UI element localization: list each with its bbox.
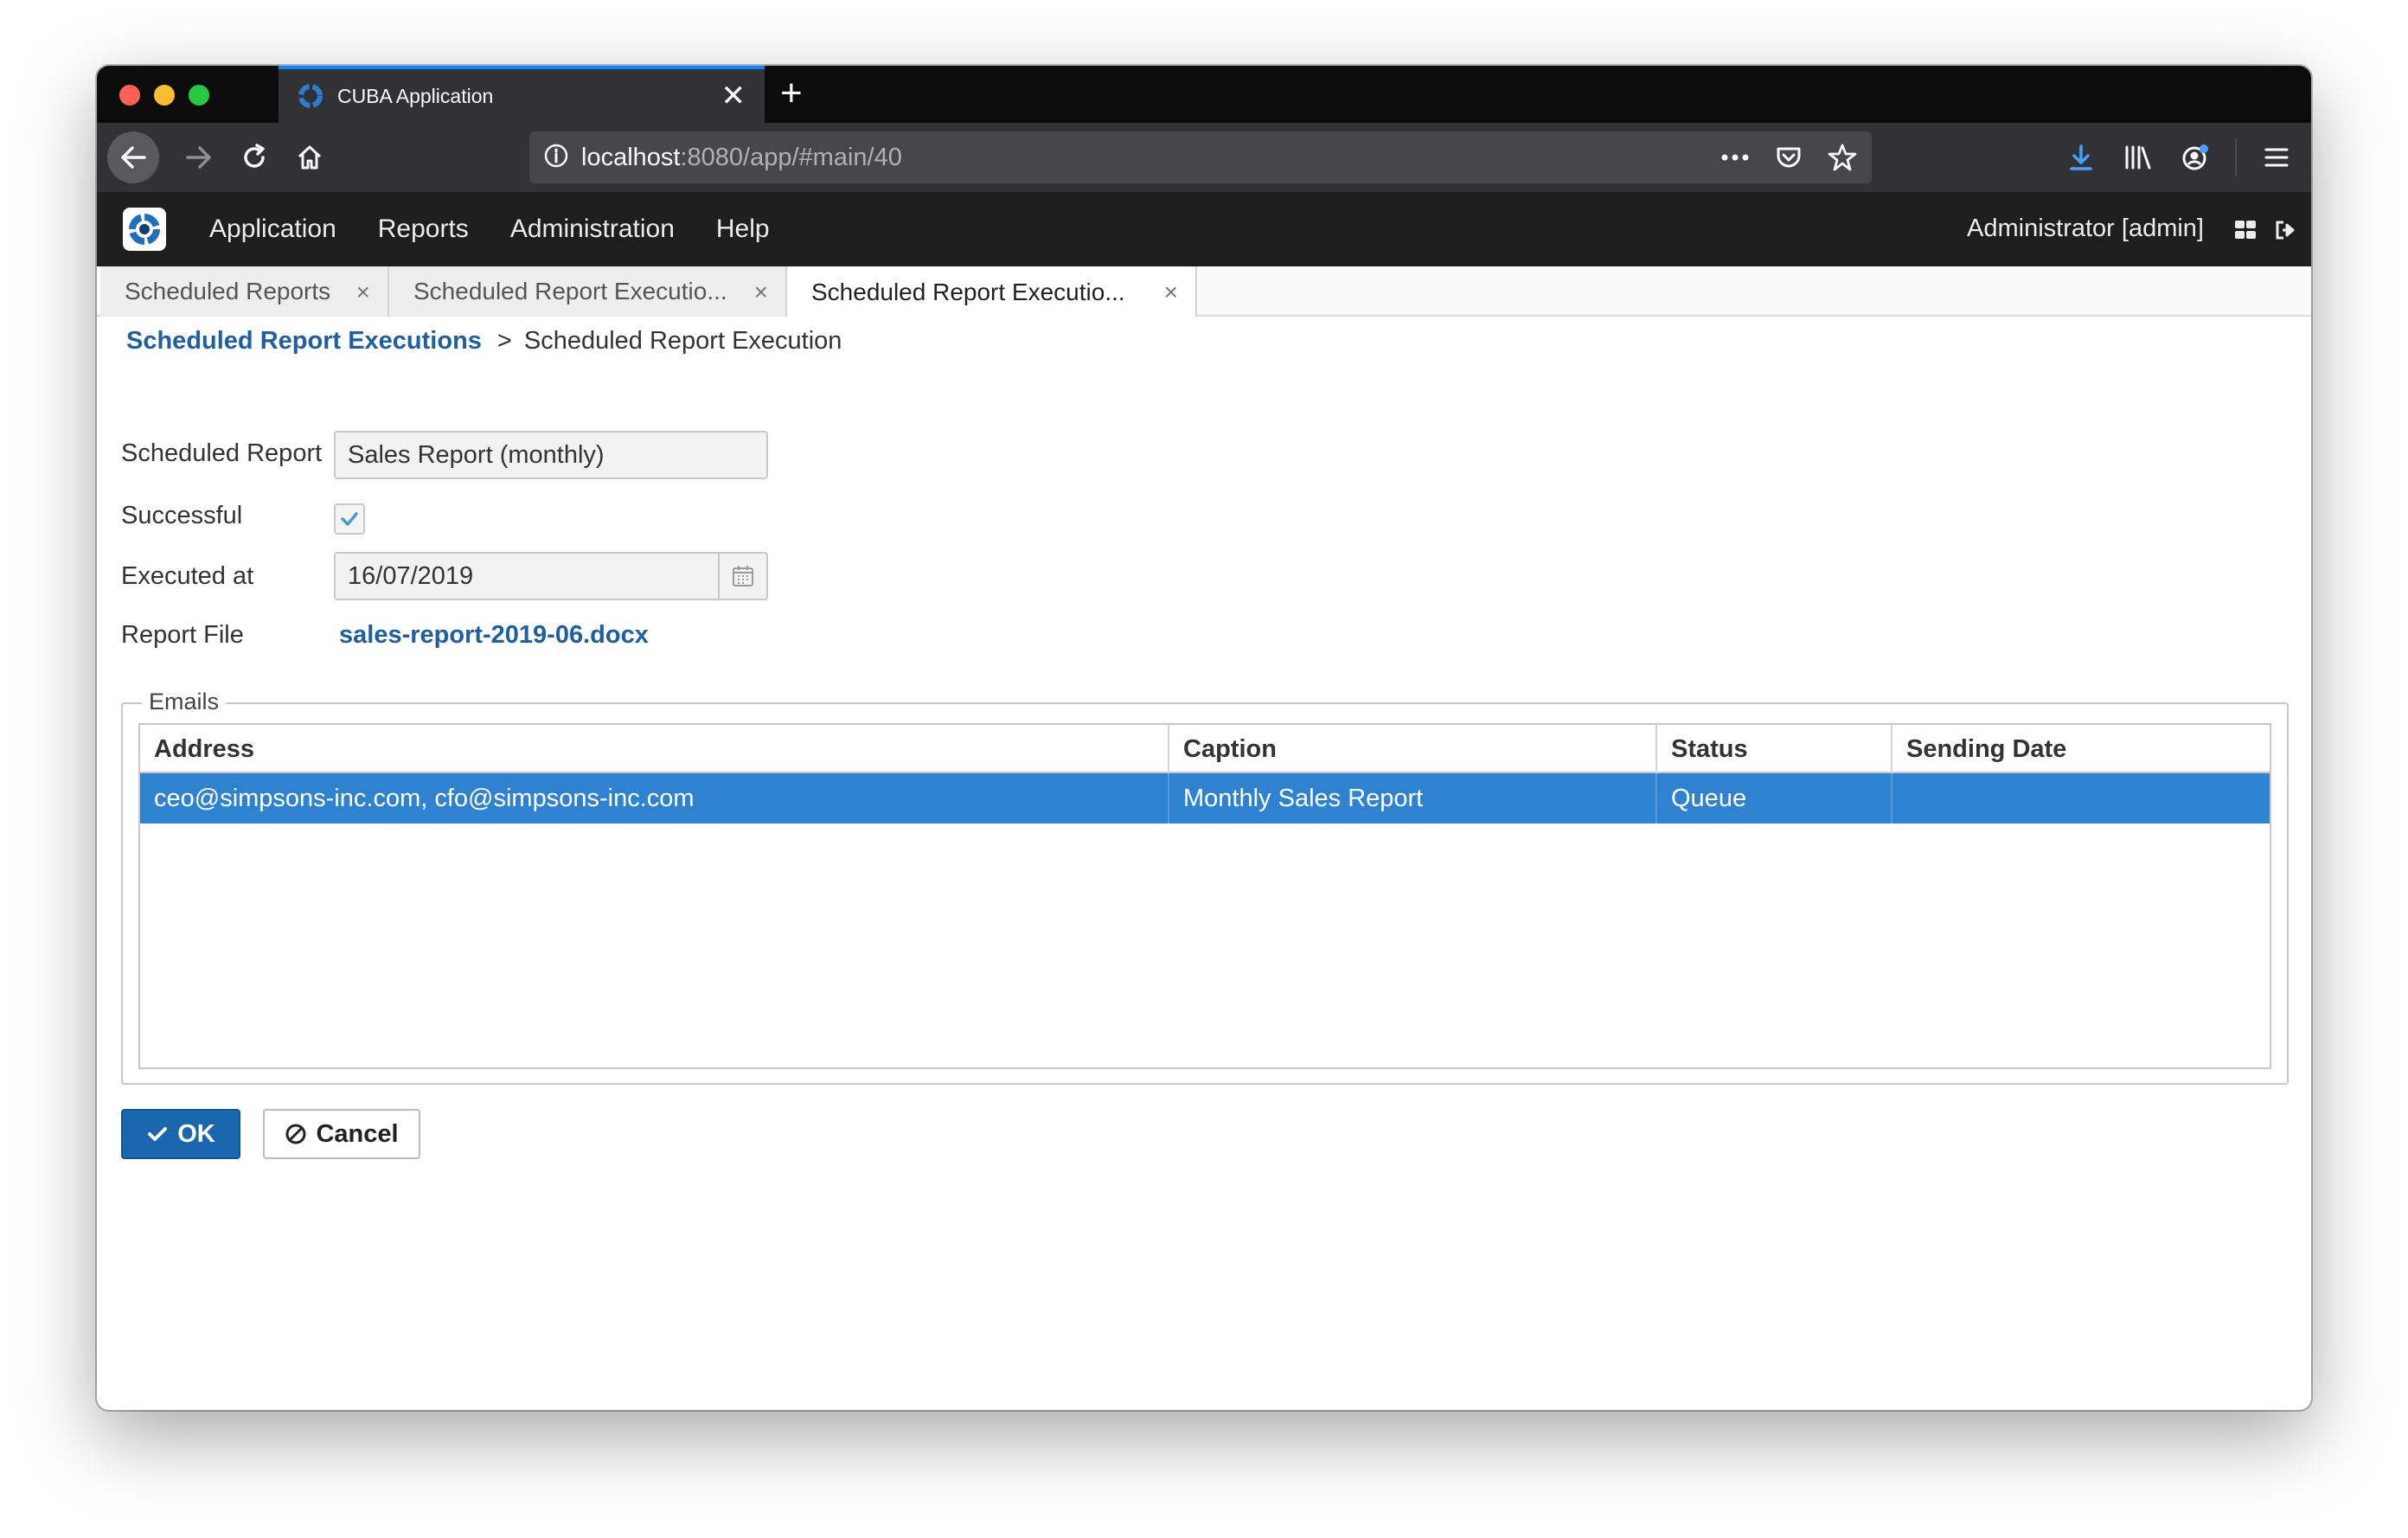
pocket-icon[interactable] xyxy=(1771,140,1806,175)
browser-tab-active[interactable]: CUBA Application ✕ xyxy=(279,66,765,123)
url-path: :8080/app/#main/40 xyxy=(680,143,902,171)
browser-tab-strip: CUBA Application ✕ + xyxy=(97,66,2311,123)
column-header-status[interactable]: Status xyxy=(1657,725,1892,773)
bookmark-star-icon[interactable] xyxy=(1825,140,1860,175)
url-bar[interactable]: localhost:8080/app/#main/40 xyxy=(529,131,1872,183)
cell-caption: Monthly Sales Report xyxy=(1169,773,1657,823)
library-icon[interactable] xyxy=(2121,140,2155,175)
forward-button[interactable] xyxy=(182,140,216,175)
table-row[interactable]: ceo@simpsons-inc.com, cfo@simpsons-inc.c… xyxy=(140,773,2270,823)
tab-label: Scheduled Report Executio... xyxy=(811,279,1125,305)
breadcrumb: Scheduled Report Executions > Scheduled … xyxy=(126,327,842,356)
cell-status: Queue xyxy=(1657,773,1892,823)
toolbar-separator xyxy=(2235,138,2237,176)
emails-table[interactable]: Address Caption Status Sending Date ceo@… xyxy=(138,723,2271,1069)
cell-sending-date xyxy=(1892,773,2271,823)
emails-group-caption: Emails xyxy=(142,689,227,715)
close-tab-icon[interactable]: ✕ xyxy=(721,81,746,111)
home-icon xyxy=(298,145,322,170)
arrow-left-icon xyxy=(121,146,146,169)
ok-button-label: OK xyxy=(177,1119,215,1148)
reload-icon xyxy=(244,144,265,168)
breadcrumb-separator: > xyxy=(496,327,512,355)
browser-tab-title: CUBA Application xyxy=(337,84,494,107)
tab-scheduled-report-execution[interactable]: Scheduled Report Executio... × xyxy=(787,266,1197,318)
cancel-button-label: Cancel xyxy=(316,1119,399,1148)
table-header: Address Caption Status Sending Date xyxy=(140,725,2270,773)
cuba-favicon-icon xyxy=(298,83,323,109)
app-tab-bar: Scheduled Reports × Scheduled Report Exe… xyxy=(97,266,2311,318)
tab-close-icon[interactable]: × xyxy=(1164,279,1178,306)
more-actions-icon[interactable] xyxy=(1718,140,1752,175)
successful-label: Successful xyxy=(121,502,243,529)
main-menu: Application Reports Administration Help xyxy=(209,192,811,266)
menu-item-reports[interactable]: Reports xyxy=(378,215,469,244)
url-text[interactable]: localhost:8080/app/#main/40 xyxy=(581,144,902,172)
column-header-caption[interactable]: Caption xyxy=(1169,725,1657,773)
hamburger-menu-icon[interactable] xyxy=(2259,140,2294,175)
tab-close-icon[interactable]: × xyxy=(356,279,370,306)
calendar-button[interactable] xyxy=(718,554,766,599)
home-button[interactable] xyxy=(292,140,327,175)
calendar-icon xyxy=(733,566,753,586)
tab-scheduled-reports[interactable]: Scheduled Reports × xyxy=(100,266,389,317)
tab-label: Scheduled Reports xyxy=(125,278,331,304)
grid-layout-icon[interactable] xyxy=(2233,218,2258,242)
tab-scheduled-report-executions[interactable]: Scheduled Report Executio... × xyxy=(389,266,787,317)
breadcrumb-parent-link[interactable]: Scheduled Report Executions xyxy=(126,327,482,356)
back-button[interactable] xyxy=(107,131,159,183)
close-window-icon[interactable] xyxy=(119,85,140,106)
executed-at-value: 16/07/2019 xyxy=(348,562,474,590)
column-header-sending-date[interactable]: Sending Date xyxy=(1892,725,2271,773)
logout-icon[interactable] xyxy=(2273,218,2297,242)
browser-window: CUBA Application ✕ + localhost:8080/app/… xyxy=(97,66,2311,1410)
ok-button[interactable]: OK xyxy=(121,1109,240,1159)
ban-icon xyxy=(285,1123,307,1145)
menu-item-help[interactable]: Help xyxy=(716,215,770,244)
executed-at-label: Executed at xyxy=(121,562,254,590)
downloads-icon[interactable] xyxy=(2064,140,2098,175)
scheduled-report-label: Scheduled Report xyxy=(121,439,323,467)
breadcrumb-current: Scheduled Report Execution xyxy=(523,327,842,355)
report-file-label: Report File xyxy=(121,621,244,649)
arrow-right-icon xyxy=(186,146,211,169)
check-icon xyxy=(146,1123,169,1145)
reload-button[interactable] xyxy=(237,140,272,175)
new-tab-button[interactable]: + xyxy=(780,74,803,112)
tab-close-icon[interactable]: × xyxy=(754,279,768,306)
successful-checkbox[interactable] xyxy=(334,503,365,535)
tab-label: Scheduled Report Executio... xyxy=(413,278,727,304)
minimize-window-icon[interactable] xyxy=(154,85,175,106)
menu-item-administration[interactable]: Administration xyxy=(510,215,675,244)
url-host: localhost xyxy=(581,143,681,171)
checkmark-icon xyxy=(341,512,358,526)
cuba-logo-icon[interactable] xyxy=(123,208,166,251)
site-info-icon[interactable] xyxy=(543,143,569,173)
report-file-link[interactable]: sales-report-2019-06.docx xyxy=(339,621,649,650)
column-header-address[interactable]: Address xyxy=(140,725,1169,773)
scheduled-report-field[interactable]: Sales Report (monthly) xyxy=(334,431,768,479)
cancel-button[interactable]: Cancel xyxy=(263,1109,420,1159)
browser-nav-bar: localhost:8080/app/#main/40 xyxy=(97,123,2311,192)
account-icon[interactable] xyxy=(2178,140,2213,175)
executed-at-field[interactable]: 16/07/2019 xyxy=(334,552,768,600)
menu-item-application[interactable]: Application xyxy=(209,215,336,244)
editor-content: Scheduled Report Executions > Scheduled … xyxy=(97,317,2311,1410)
cell-address: ceo@simpsons-inc.com, cfo@simpsons-inc.c… xyxy=(140,773,1169,823)
app-menu-bar: Application Reports Administration Help … xyxy=(97,192,2311,266)
user-name[interactable]: Administrator [admin] xyxy=(1967,215,2204,243)
maximize-window-icon[interactable] xyxy=(189,85,209,106)
